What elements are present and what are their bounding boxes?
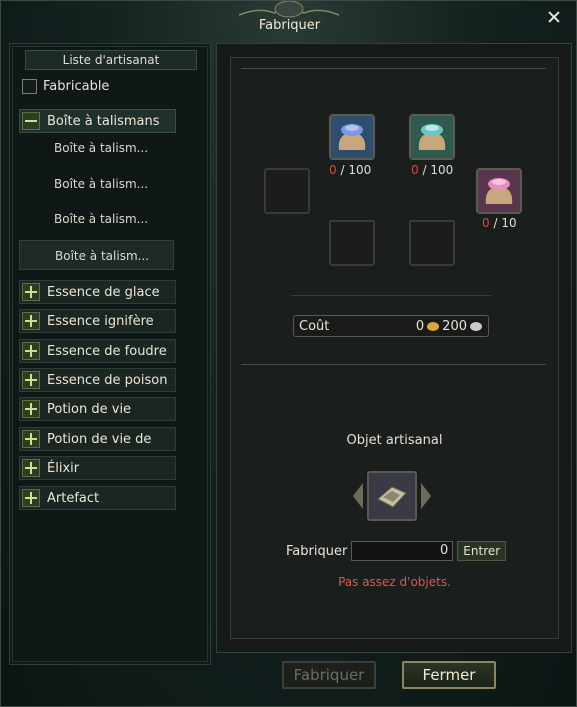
recipe-box: 0 / 100 0 / 100 0 / 10 Coût 0 200 Objet … [230,57,559,639]
pink-pouch-icon [478,170,520,212]
warning-message: Pas assez d'objets. [338,575,451,589]
teal-pouch-icon [411,116,453,158]
list-item[interactable]: Boîte à talism... [19,169,174,199]
silver-coin-icon [470,321,482,331]
category-label: Boîte à talismans [47,113,160,129]
material-slot-1[interactable] [329,114,375,160]
craftable-label: Fabricable [43,78,110,94]
category-label: Élixir [47,460,80,476]
list-item[interactable]: Boîte à talism... [19,133,174,163]
category-potion-de-vie-de[interactable]: Potion de vie de [19,427,176,451]
expand-icon [22,371,40,389]
expand-icon [22,400,40,418]
cost-gold-value: 0 [415,318,425,334]
category-label: Essence de poison [47,372,168,388]
material-count-2: 0 / 100 [411,163,454,177]
list-item-selected[interactable]: Boîte à talism... [19,240,174,270]
category-label: Potion de vie de [47,431,152,447]
material-count-3: 0 / 10 [482,216,517,230]
category-label: Essence ignifère [47,313,154,329]
expand-icon [22,459,40,477]
list-header: Liste d'artisanat [25,50,197,70]
craftable-filter[interactable]: Fabricable [22,77,109,95]
quantity-input[interactable]: 0 [351,541,454,561]
expand-icon [22,283,40,301]
right-arrow-icon[interactable] [421,483,431,509]
collapse-icon [22,112,40,130]
cost-field: Coût 0 200 [293,315,489,337]
material-slot-3[interactable] [476,168,522,214]
empty-material-slot[interactable] [329,220,375,266]
craft-button[interactable]: Fabriquer [282,661,376,689]
category-label: Potion de vie [47,401,132,417]
category-elixir[interactable]: Élixir [19,456,176,480]
ornament-divider [241,68,546,77]
cost-label: Coût [299,318,330,334]
quantity-row: Fabriquer 0 Entrer [286,541,507,561]
result-slot[interactable] [367,471,417,521]
close-icon[interactable] [546,9,562,25]
crafting-window: Fabriquer Liste d'artisanat Fabricable B… [0,0,577,707]
material-count-1: 0 / 100 [329,163,372,177]
blue-pouch-icon [331,116,373,158]
window-title: Fabriquer [258,18,321,33]
craftable-checkbox[interactable] [22,78,37,94]
list-item[interactable]: Boîte à talism... [19,204,174,234]
cost-silver-value: 200 [442,318,467,334]
ornament-divider [241,364,546,373]
empty-material-slot[interactable] [409,220,455,266]
category-boite-a-talismans[interactable]: Boîte à talismans [19,109,176,133]
enter-button[interactable]: Entrer [457,541,507,561]
talisman-box-icon [369,473,415,519]
category-artefact[interactable]: Artefact [19,486,176,510]
result-label: Objet artisanal [346,433,443,448]
quantity-label: Fabriquer [286,543,348,559]
gold-coin-icon [427,321,440,331]
crafting-list-panel: Liste d'artisanat Fabricable Boîte à tal… [9,43,211,665]
category-label: Essence de foudre [47,343,167,359]
small-divider [291,295,491,304]
empty-material-slot[interactable] [264,168,310,214]
expand-icon [22,342,40,360]
close-button[interactable]: Fermer [402,661,496,689]
crafting-detail-panel: 0 / 100 0 / 100 0 / 10 Coût 0 200 Objet … [216,43,572,653]
left-arrow-icon[interactable] [353,483,363,509]
category-essence-ignifere[interactable]: Essence ignifère [19,309,176,333]
expand-icon [22,430,40,448]
category-essence-de-glace[interactable]: Essence de glace [19,280,176,304]
category-potion-de-vie[interactable]: Potion de vie [19,397,176,421]
expand-icon [22,312,40,330]
material-slot-2[interactable] [409,114,455,160]
category-essence-de-poison[interactable]: Essence de poison [19,368,176,392]
category-essence-de-foudre[interactable]: Essence de foudre [19,339,176,363]
expand-icon [22,489,40,507]
category-label: Essence de glace [47,284,160,300]
category-label: Artefact [47,490,100,506]
